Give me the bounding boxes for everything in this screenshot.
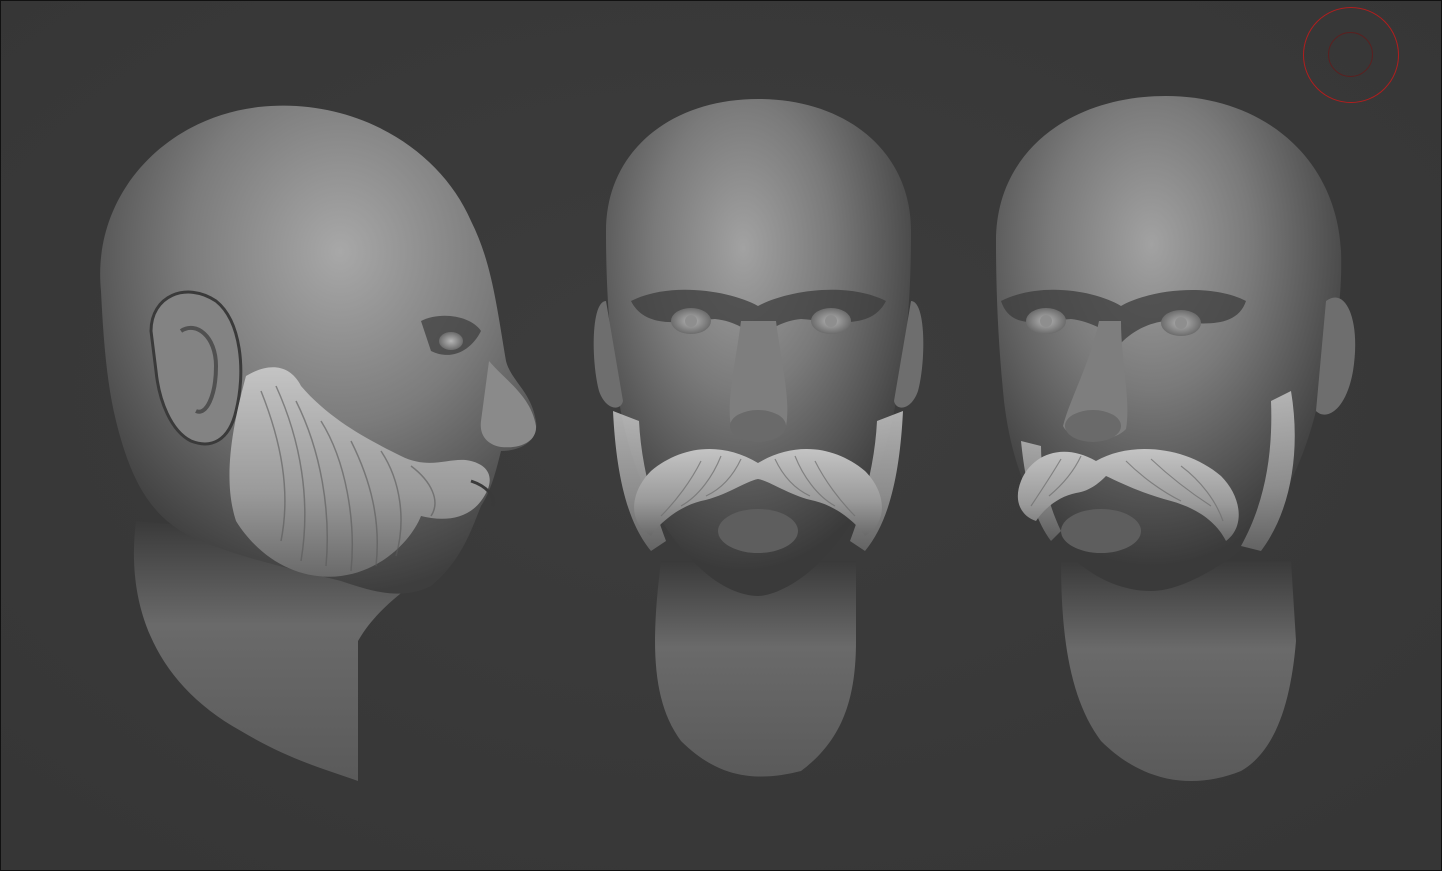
brush-cursor-icon[interactable] — [1303, 7, 1399, 103]
sculpt-viewport[interactable] — [0, 0, 1442, 871]
brush-cursor-inner-ring — [1328, 32, 1373, 77]
tq-chin — [1061, 509, 1141, 553]
render-canvas[interactable] — [1, 1, 1441, 870]
side-eye — [439, 332, 463, 350]
front-chin — [718, 509, 798, 553]
